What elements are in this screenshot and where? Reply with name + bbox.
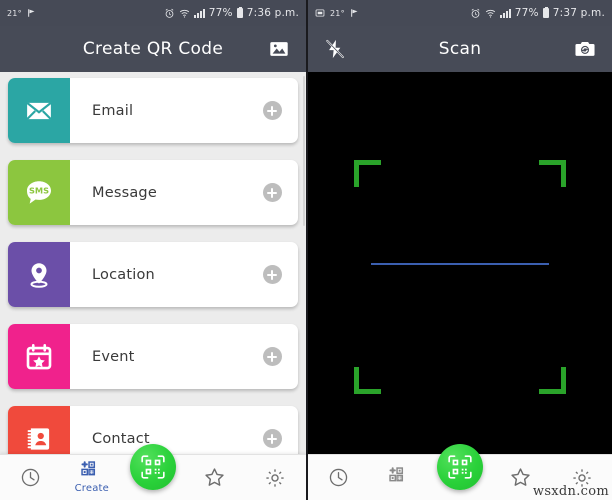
scan-fab-button[interactable]: [437, 444, 483, 490]
list-item-label: Event: [92, 348, 135, 365]
map-pin-icon: [24, 260, 54, 290]
nav-item-create[interactable]: Create: [66, 455, 118, 500]
clock-icon: [328, 467, 349, 488]
plus-circle-icon: [262, 183, 282, 202]
scrollbar[interactable]: [303, 76, 305, 226]
plus-circle-icon: [262, 101, 282, 120]
message-tile: SMS: [8, 160, 70, 225]
page-title: Create QR Code: [82, 39, 224, 59]
qr-add-icon: [81, 461, 102, 482]
add-location-button[interactable]: [246, 242, 298, 307]
list-item-email[interactable]: Email: [8, 78, 298, 143]
clock-text: 7:36 p.m.: [246, 7, 299, 19]
sms-bubble-icon: SMS: [23, 177, 55, 209]
viewfinder-corner-bottom-left: [354, 367, 381, 394]
list-item-event[interactable]: Event: [8, 324, 298, 389]
bottom-nav[interactable]: Create: [0, 444, 306, 500]
qr-scan-icon: [447, 454, 473, 480]
star-icon: [509, 466, 532, 489]
list-item-label: Location: [92, 266, 155, 283]
scan-fab-button[interactable]: [130, 444, 176, 490]
event-tile: [8, 324, 70, 389]
viewfinder-corner-top-right: [539, 160, 566, 187]
qr-type-list[interactable]: Email SMS Message Location Event Contact: [0, 72, 306, 471]
signal-bars-icon: [193, 8, 205, 18]
dual-screenshot: 21° 77% 7:36 p.m. Create QR Code Email S…: [0, 0, 612, 500]
list-item-message[interactable]: SMS Message: [8, 160, 298, 225]
status-bar: 21° 77% 7:36 p.m.: [0, 0, 306, 26]
contact-card-icon: [24, 424, 54, 454]
nav-item-create[interactable]: [373, 455, 425, 500]
camera-viewfinder[interactable]: [308, 72, 612, 454]
qr-scan-icon: [140, 454, 166, 480]
battery-icon: [542, 7, 549, 18]
qr-add-icon: [388, 467, 410, 488]
temperature-text: 21°: [7, 8, 22, 18]
flag-icon: [350, 8, 360, 18]
screenshot-icon: [315, 8, 325, 18]
plus-circle-icon: [262, 265, 282, 284]
calendar-star-icon: [24, 342, 54, 372]
image-gallery-icon[interactable]: [264, 34, 294, 64]
alarm-icon: [164, 8, 175, 19]
app-bar: Create QR Code: [0, 26, 306, 72]
svg-text:SMS: SMS: [29, 185, 49, 195]
flash-off-icon[interactable]: [320, 34, 350, 64]
nav-item-history[interactable]: [312, 455, 364, 500]
viewfinder-corner-bottom-right: [539, 367, 566, 394]
wifi-icon: [179, 8, 190, 19]
camera-flip-icon[interactable]: [570, 34, 600, 64]
wifi-icon: [485, 8, 496, 19]
nav-item-settings[interactable]: [249, 455, 301, 500]
nav-item-favorites[interactable]: [188, 455, 240, 500]
plus-circle-icon: [262, 347, 282, 366]
alarm-icon: [470, 8, 481, 19]
status-bar: 21° 77% 7:37 p.m.: [308, 0, 612, 26]
list-item-label: Message: [92, 184, 157, 201]
email-tile: [8, 78, 70, 143]
nav-item-history[interactable]: [5, 455, 57, 500]
flag-icon: [27, 8, 37, 18]
nav-item-create-label: Create: [74, 483, 109, 494]
clock-text: 7:37 p.m.: [552, 7, 605, 19]
battery-percent-text: 77%: [514, 7, 539, 19]
location-tile: [8, 242, 70, 307]
page-title: Scan: [438, 39, 482, 59]
list-item-label: Email: [92, 102, 134, 119]
watermark-text: wsxdn.com: [532, 484, 609, 499]
signal-bars-icon: [499, 8, 511, 18]
battery-percent-text: 77%: [208, 7, 233, 19]
battery-icon: [236, 7, 243, 18]
add-message-button[interactable]: [246, 160, 298, 225]
scan-line: [371, 263, 549, 265]
clock-icon: [20, 467, 41, 488]
appbar-left-spacer: [12, 34, 42, 64]
add-email-button[interactable]: [246, 78, 298, 143]
gear-icon: [264, 467, 286, 489]
star-icon: [203, 466, 226, 489]
temperature-text: 21°: [330, 8, 345, 18]
viewfinder-corner-top-left: [354, 160, 381, 187]
right-phone-screen: 21° 77% 7:37 p.m. Scan wsxdn.com: [306, 0, 612, 500]
plus-circle-icon: [262, 429, 282, 448]
list-item-location[interactable]: Location: [8, 242, 298, 307]
add-event-button[interactable]: [246, 324, 298, 389]
envelope-icon: [24, 96, 54, 126]
bottom-nav[interactable]: wsxdn.com: [308, 444, 612, 500]
left-phone-screen: 21° 77% 7:36 p.m. Create QR Code Email S…: [0, 0, 306, 500]
app-bar: Scan: [308, 26, 612, 72]
